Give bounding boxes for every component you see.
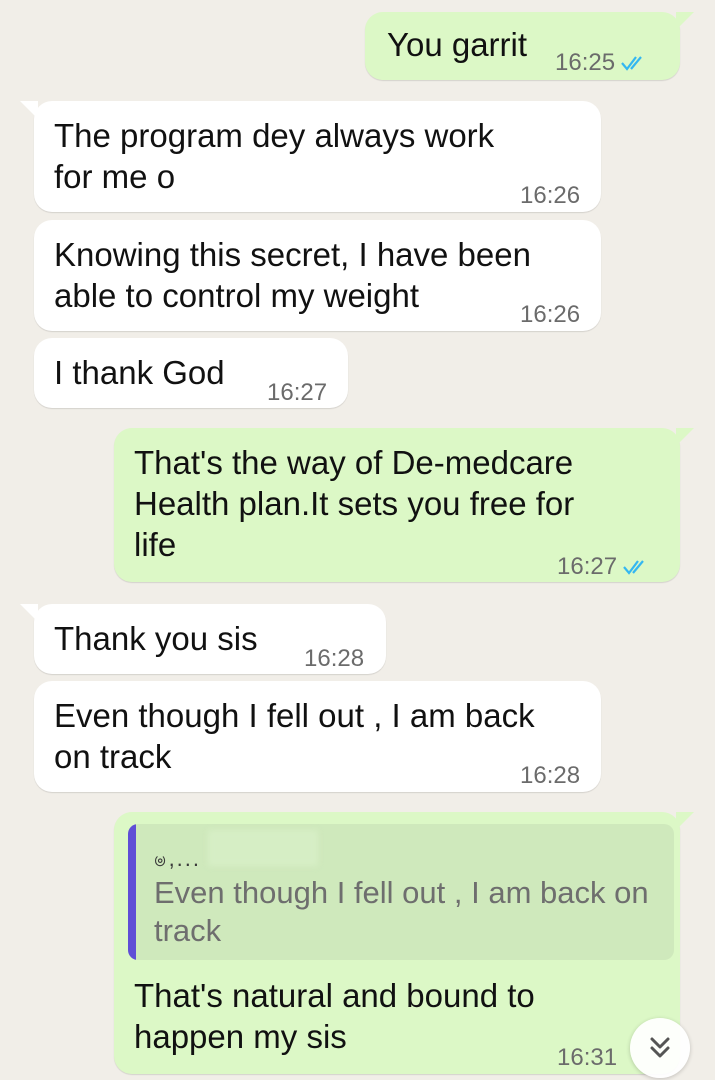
message-text: I thank God bbox=[54, 354, 225, 391]
message-time: 16:28 bbox=[304, 645, 365, 672]
message-outgoing-reply[interactable]: ၑ​,... Even though I fell out , I am bac… bbox=[114, 812, 694, 1074]
message-time: 16:26 bbox=[520, 182, 581, 209]
quoted-author: ၑ​,... bbox=[154, 846, 202, 871]
double-check-icon bbox=[621, 55, 642, 71]
message-meta: 16:27 bbox=[557, 546, 649, 587]
message-meta: 16:28 bbox=[520, 755, 580, 796]
double-chevron-down-icon bbox=[650, 1037, 670, 1058]
double-check-icon bbox=[623, 559, 644, 575]
message-text: Knowing this secret, I have been able to… bbox=[54, 236, 531, 314]
message-meta: 16:25 bbox=[555, 42, 647, 83]
message-text: That's natural and bound to happen my si… bbox=[134, 977, 535, 1055]
quoted-author-redaction bbox=[208, 830, 318, 866]
message-text: The program dey always work for me o bbox=[54, 117, 495, 195]
message-time: 16:25 bbox=[555, 49, 616, 76]
message-outgoing[interactable]: That's the way of De-medcare Health plan… bbox=[114, 428, 694, 582]
message-text: Even though I fell out , I am back on tr… bbox=[54, 697, 535, 775]
scroll-to-bottom-button[interactable] bbox=[630, 1018, 690, 1078]
message-text: You garrit bbox=[387, 26, 528, 63]
message-meta: 16:31 bbox=[557, 1037, 617, 1078]
message-time: 16:27 bbox=[557, 553, 618, 580]
message-time: 16:26 bbox=[520, 301, 581, 328]
message-incoming[interactable]: The program dey always work for me o 16:… bbox=[20, 101, 601, 212]
quoted-message[interactable]: ၑ​,... Even though I fell out , I am bac… bbox=[128, 824, 674, 960]
message-time: 16:31 bbox=[557, 1044, 618, 1071]
message-incoming[interactable]: I thank God 16:27 bbox=[34, 338, 348, 408]
message-meta: 16:26 bbox=[520, 294, 580, 335]
message-meta: 16:28 bbox=[304, 638, 364, 679]
message-meta: 16:27 bbox=[267, 372, 327, 413]
message-incoming[interactable]: Thank you sis 16:28 bbox=[20, 604, 386, 674]
message-outgoing[interactable]: You garrit 16:25 bbox=[365, 12, 694, 83]
message-text: That's the way of De-medcare Health plan… bbox=[134, 444, 575, 563]
message-time: 16:28 bbox=[520, 762, 581, 789]
message-meta: 16:26 bbox=[520, 175, 580, 216]
quoted-text: Even though I fell out , I am back on tr… bbox=[154, 875, 649, 948]
message-time: 16:27 bbox=[267, 379, 328, 406]
chat-message-list[interactable]: You garrit 16:25 The program dey always … bbox=[0, 0, 715, 1080]
message-incoming[interactable]: Even though I fell out , I am back on tr… bbox=[34, 681, 601, 792]
message-text: Thank you sis bbox=[54, 620, 258, 657]
quote-accent-bar bbox=[128, 824, 136, 960]
message-incoming[interactable]: Knowing this secret, I have been able to… bbox=[34, 220, 601, 331]
